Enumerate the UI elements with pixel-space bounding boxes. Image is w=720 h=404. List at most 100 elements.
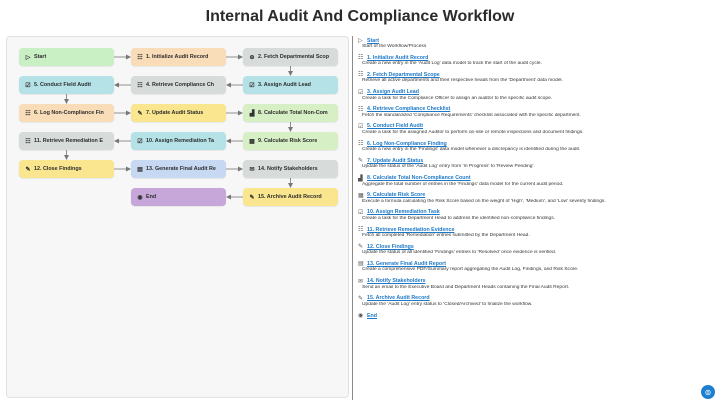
step-description: Execute a formula calculating the Risk S… xyxy=(362,198,606,204)
flow-node-n10[interactable]: ☑ 10. Assign Remediation Ta xyxy=(131,132,226,150)
step-description: Create a comprehensive PDF/Summary repor… xyxy=(362,267,579,273)
step-title-link[interactable]: 6. Log Non-Compliance Finding xyxy=(367,141,447,147)
step-title-link[interactable]: 13. Generate Final Audit Report xyxy=(367,261,446,267)
flow-node-n11[interactable]: ☷ 11. Retrieve Remediation E xyxy=(19,132,114,150)
document-icon: ▤ xyxy=(358,261,364,268)
checklist-icon: ☑ xyxy=(358,123,364,130)
step-title-link[interactable]: 14. Notify Stakeholders xyxy=(367,278,426,284)
step-title-link[interactable]: 1. Initialize Audit Record xyxy=(367,55,428,61)
database-icon: ☷ xyxy=(358,72,364,79)
checklist-icon: ☑ xyxy=(358,89,364,96)
globe-icon: ⊕ xyxy=(249,54,255,61)
mail-icon: ✉ xyxy=(358,278,364,285)
step-header: ▦ 9. Calculate Risk Score xyxy=(358,192,708,199)
checklist-icon: ☑ xyxy=(358,209,364,216)
flow-node-n6[interactable]: ☷ 6. Log Non-Compliance Fin xyxy=(19,104,114,122)
flow-node-label: 9. Calculate Risk Score xyxy=(258,138,318,144)
step-title-link[interactable]: 7. Update Audit Status xyxy=(367,158,423,164)
step-item: ▦ 9. Calculate Risk Score Execute a formul… xyxy=(358,192,708,205)
step-item: ☷ 6. Log Non-Compliance Finding Create a n… xyxy=(358,140,708,153)
calculator-icon: ▦ xyxy=(358,192,364,199)
flow-node-n8[interactable]: ▟ 8. Calculate Total Non-Com xyxy=(243,104,338,122)
flow-node-label: 7. Update Audit Status xyxy=(146,110,204,116)
step-item: ✎ 7. Update Audit Status Update the status… xyxy=(358,157,708,170)
flow-node-label: 13. Generate Final Audit Re xyxy=(146,166,216,172)
flow-node-n5[interactable]: ☑ 5. Conduct Field Audit xyxy=(19,76,114,94)
flow-node-n15[interactable]: ✎ 15. Archive Audit Record xyxy=(243,188,338,206)
flow-node-label: 8. Calculate Total Non-Com xyxy=(258,110,328,116)
flow-node-label: 1. Initialize Audit Record xyxy=(146,54,209,60)
database-icon: ☷ xyxy=(25,110,31,117)
step-title-link[interactable]: 8. Calculate Total Non-Compliance Count xyxy=(367,175,471,181)
step-item: ◉ End xyxy=(358,312,708,320)
flow-node-n7[interactable]: ✎ 7. Update Audit Status xyxy=(131,104,226,122)
edit-icon: ✎ xyxy=(358,244,364,251)
flow-node-label: 14. Notify Stakeholders xyxy=(258,166,318,172)
step-title-link[interactable]: End xyxy=(367,313,377,319)
database-icon: ☷ xyxy=(358,106,364,113)
step-item: ☷ 11. Retrieve Remediation Evidence Fetch … xyxy=(358,226,708,239)
database-icon: ☷ xyxy=(358,55,364,62)
flow-node-n13[interactable]: ▤ 13. Generate Final Audit Re xyxy=(131,160,226,178)
flow-node-label: End xyxy=(146,194,157,200)
stop-icon: ◉ xyxy=(358,313,364,319)
step-title-link[interactable]: 4. Retrieve Compliance Checklist xyxy=(367,106,450,112)
step-title-link[interactable]: 3. Assign Audit Lead xyxy=(367,89,419,95)
step-header: ☷ 11. Retrieve Remediation Evidence xyxy=(358,226,708,234)
flow-node-label: 4. Retrieve Compliance Ch xyxy=(146,82,215,88)
database-icon: ☷ xyxy=(25,138,31,145)
help-button[interactable]: ⊚ xyxy=(701,385,715,399)
step-item: ☑ 5. Conduct Field Audit Create a task for… xyxy=(358,123,708,136)
step-title-link[interactable]: 15. Archive Audit Record xyxy=(367,295,430,301)
step-description: Create a task for the Compliance Officer… xyxy=(362,95,553,101)
flow-node-label: 10. Assign Remediation Ta xyxy=(146,138,214,144)
panel-divider[interactable] xyxy=(352,36,353,400)
step-item: ☷ 1. Initialize Audit Record Create a new … xyxy=(358,54,708,67)
step-header: ☷ 1. Initialize Audit Record xyxy=(358,54,708,62)
step-title-link[interactable]: 5. Conduct Field Audit xyxy=(367,123,423,129)
flow-node-label: 6. Log Non-Compliance Fin xyxy=(34,110,104,116)
step-header: ☷ 2. Fetch Departmental Scope xyxy=(358,71,708,79)
step-header: ☷ 4. Retrieve Compliance Checklist xyxy=(358,106,708,113)
chart-icon: ▟ xyxy=(249,110,255,117)
checklist-icon: ☑ xyxy=(25,82,31,89)
step-header: ☑ 3. Assign Audit Lead xyxy=(358,89,708,96)
flow-node-n9[interactable]: ▦ 9. Calculate Risk Score xyxy=(243,132,338,150)
step-description: Start of the Workflow/Process xyxy=(362,44,427,49)
flow-node-n12[interactable]: ✎ 12. Close Findings xyxy=(19,160,114,178)
step-description: Update the 'Audit Log' entry status to '… xyxy=(362,301,533,307)
play-icon: ▷ xyxy=(358,38,363,44)
step-header: ☑ 10. Assign Remediation Task xyxy=(358,209,708,216)
database-icon: ☷ xyxy=(358,141,364,148)
flow-node-label: 5. Conduct Field Audit xyxy=(34,82,91,88)
step-title-link[interactable]: Start xyxy=(367,38,379,44)
checklist-icon: ☑ xyxy=(137,138,143,145)
step-title-link[interactable]: 11. Retrieve Remediation Evidence xyxy=(367,227,454,233)
step-header: ◉ End xyxy=(358,312,708,320)
step-description: Create a new entry in the 'Audit Log' da… xyxy=(362,61,542,67)
steps-list: ▷ Start Start of the Workflow/Process ☷ 1. I… xyxy=(358,37,708,403)
flow-node-n2[interactable]: ⊕ 2. Fetch Departmental Scop xyxy=(243,48,338,66)
flow-node-start[interactable]: ▷ Start xyxy=(19,48,114,66)
step-title-link[interactable]: 10. Assign Remediation Task xyxy=(367,209,440,215)
play-icon: ▷ xyxy=(25,54,31,61)
step-header: ✉ 14. Notify Stakeholders xyxy=(358,278,708,285)
flow-canvas[interactable]: ▷ Start ☷ 1. Initialize Audit Record ⊕ 2. Fet… xyxy=(6,36,349,398)
calculator-icon: ▦ xyxy=(249,138,255,145)
step-title-link[interactable]: 2. Fetch Departmental Scope xyxy=(367,72,440,78)
flow-node-n14[interactable]: ✉ 14. Notify Stakeholders xyxy=(243,160,338,178)
flow-node-end[interactable]: ◉ End xyxy=(131,188,226,206)
step-header: ▷ Start xyxy=(358,37,708,45)
checklist-icon: ☑ xyxy=(249,82,255,89)
step-title-link[interactable]: 9. Calculate Risk Score xyxy=(367,192,425,198)
step-description: Fetch all completed 'Remediation' entrie… xyxy=(362,233,530,239)
flow-node-label: 11. Retrieve Remediation E xyxy=(34,138,103,144)
step-description: Update the status of all identified 'Fin… xyxy=(362,250,557,256)
flow-node-label: 2. Fetch Departmental Scop xyxy=(258,54,329,60)
step-description: Create a task for the Department Head to… xyxy=(362,215,556,221)
step-title-link[interactable]: 12. Close Findings xyxy=(367,244,414,250)
flow-node-n4[interactable]: ☷ 4. Retrieve Compliance Ch xyxy=(131,76,226,94)
flow-node-n1[interactable]: ☷ 1. Initialize Audit Record xyxy=(131,48,226,66)
step-description: Retrieve all active departments and thei… xyxy=(362,78,563,84)
flow-node-n3[interactable]: ☑ 3. Assign Audit Lead xyxy=(243,76,338,94)
